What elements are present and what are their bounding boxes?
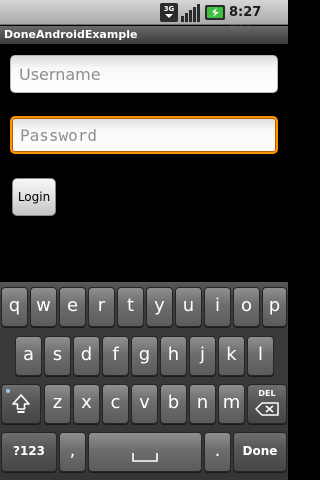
space-bar-icon [132,453,158,463]
key-b[interactable]: b [160,384,187,424]
key-p[interactable]: p [262,287,287,327]
comma-key[interactable]: , [59,432,86,472]
key-i[interactable]: i [204,287,231,327]
svg-text:3G: 3G [164,5,175,13]
username-field[interactable] [10,55,278,93]
status-bar: 3G 8:27 PM [0,0,288,39]
key-c[interactable]: c [102,384,129,424]
3g-icon: 3G [160,3,178,22]
key-v[interactable]: v [131,384,158,424]
key-l[interactable]: l [247,336,274,376]
key-t[interactable]: t [117,287,144,327]
key-o[interactable]: o [233,287,260,327]
period-key[interactable]: . [204,432,231,472]
key-d[interactable]: d [73,336,100,376]
key-y[interactable]: y [146,287,173,327]
clock: 8:27 PM [229,5,262,39]
soft-keyboard: q w e r t y u i o p a s d f g h j k l z … [0,282,288,480]
shift-indicator [6,389,10,393]
space-key[interactable] [88,432,202,472]
key-q[interactable]: q [1,287,28,327]
key-f[interactable]: f [102,336,129,376]
password-field[interactable] [10,116,278,154]
login-button[interactable]: Login [12,178,56,216]
key-m[interactable]: m [218,384,245,424]
backspace-icon [255,402,279,417]
key-e[interactable]: e [59,287,86,327]
key-s[interactable]: s [44,336,71,376]
key-g[interactable]: g [131,336,158,376]
done-key[interactable]: Done [233,432,287,472]
key-h[interactable]: h [160,336,187,376]
battery-charging-icon [205,5,225,20]
key-n[interactable]: n [189,384,216,424]
key-x[interactable]: x [73,384,100,424]
title-bar: DoneAndroidExample [0,26,288,44]
key-r[interactable]: r [88,287,115,327]
key-k[interactable]: k [218,336,245,376]
key-a[interactable]: a [15,336,42,376]
key-j[interactable]: j [189,336,216,376]
shift-arrow-icon [12,394,30,413]
key-u[interactable]: u [175,287,202,327]
delete-key[interactable]: DEL [247,384,287,424]
delete-key-label: DEL [258,389,276,398]
shift-key[interactable] [1,384,41,424]
key-z[interactable]: z [44,384,71,424]
app-title: DoneAndroidExample [4,28,138,41]
signal-icon [181,4,200,22]
symbols-key[interactable]: ?123 [1,432,57,472]
key-w[interactable]: w [30,287,57,327]
